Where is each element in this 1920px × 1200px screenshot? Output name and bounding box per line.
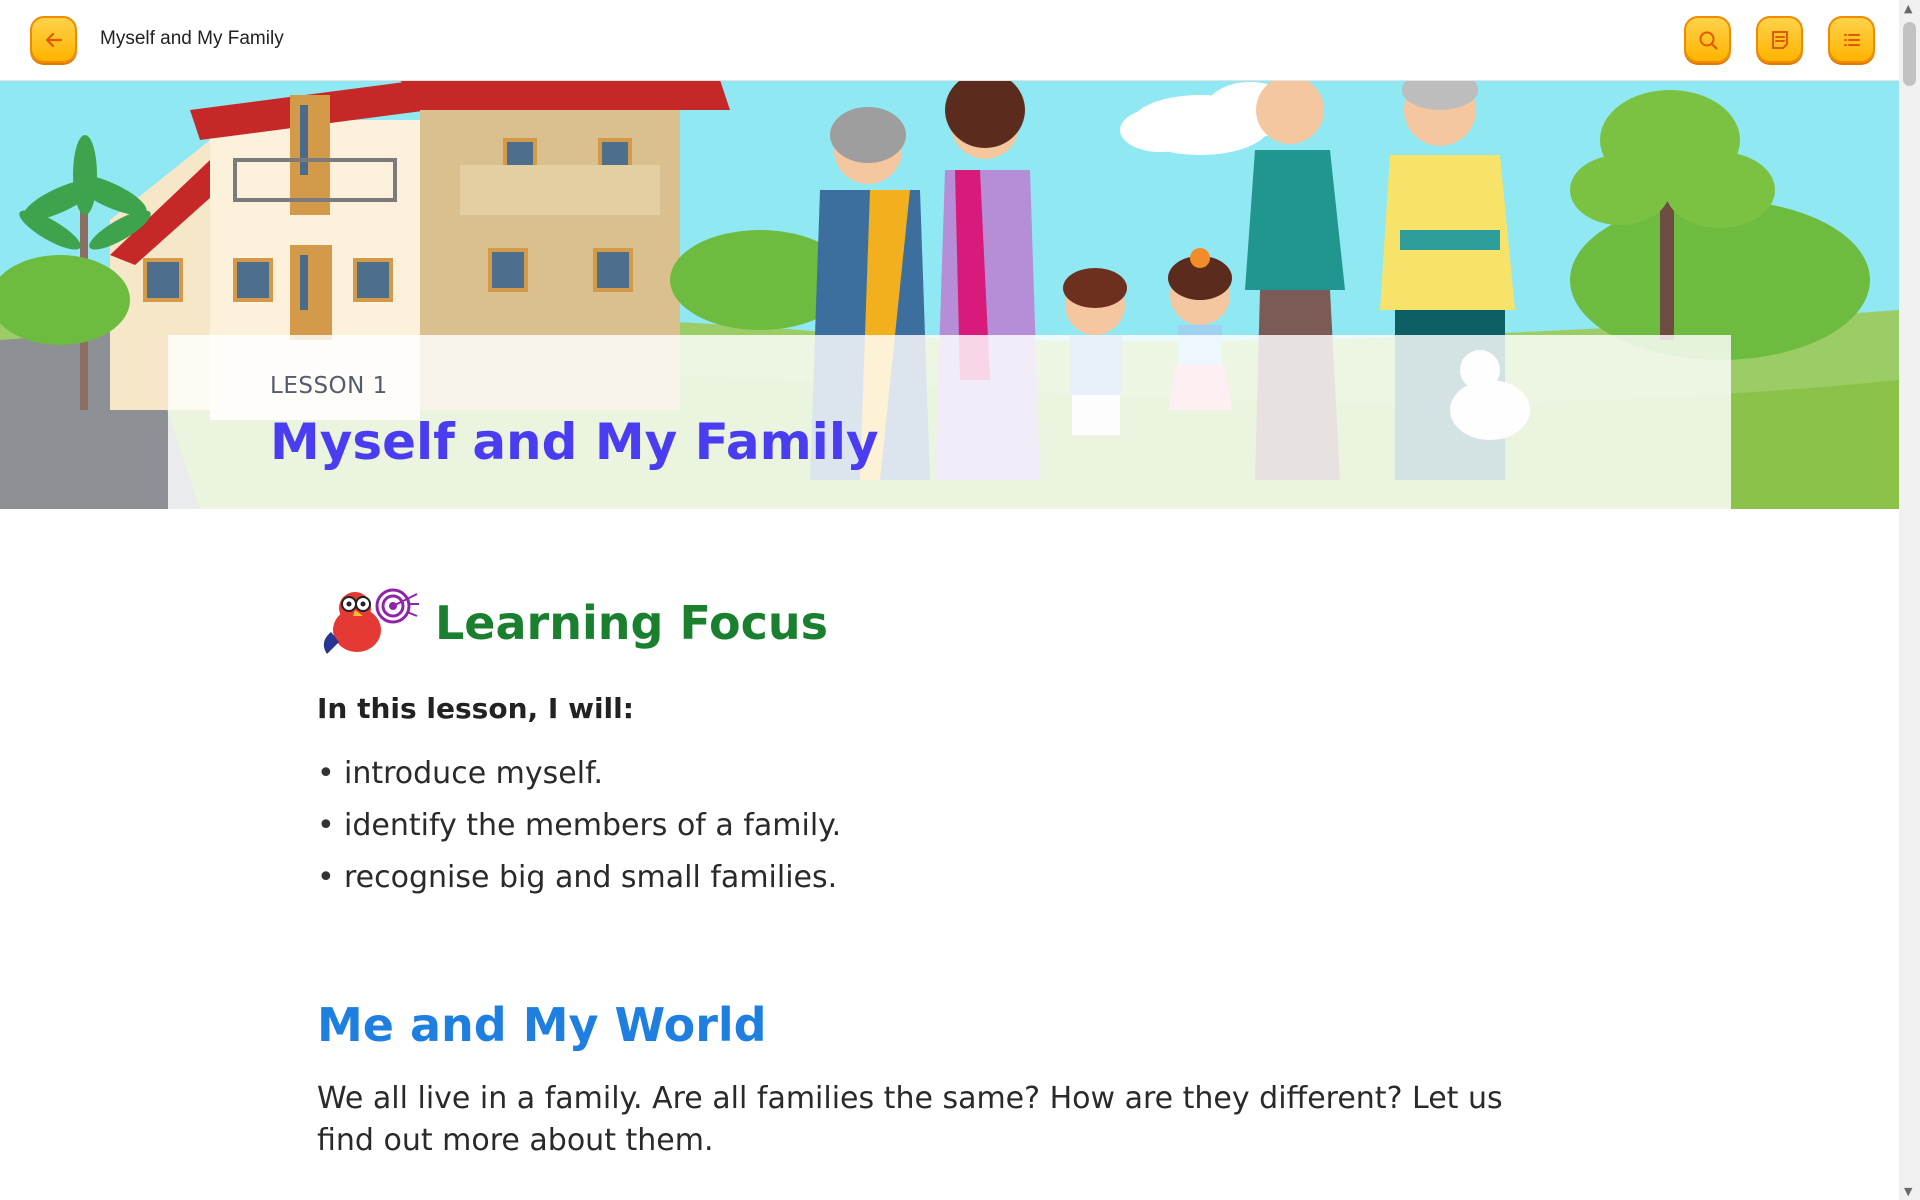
scroll-down-arrow-icon[interactable]: ▼	[1904, 1185, 1912, 1198]
bird-target-icon	[323, 588, 419, 654]
search-button[interactable]	[1684, 16, 1731, 63]
table-of-contents-button[interactable]	[1828, 16, 1875, 63]
lesson-title: Myself and My Family	[270, 413, 879, 471]
back-button[interactable]	[30, 16, 77, 63]
scroll-up-arrow-icon[interactable]: ▲	[1904, 2, 1912, 15]
notes-icon	[1771, 30, 1788, 49]
list-item: • recognise big and small families.	[317, 860, 838, 895]
notes-button[interactable]	[1756, 16, 1803, 63]
list-item-text: identify the members of a family.	[344, 808, 842, 843]
list-item: • introduce myself.	[317, 756, 603, 791]
learning-intro: In this lesson, I will:	[317, 692, 634, 725]
lesson-number: LESSON 1	[270, 373, 388, 399]
top-bar: Myself and My Family	[0, 0, 1899, 81]
arrow-left-icon	[45, 32, 62, 47]
list-item-text: recognise big and small families.	[344, 860, 838, 895]
lesson-header-panel: LESSON 1 Myself and My Family	[168, 335, 1731, 509]
search-icon	[1699, 31, 1718, 50]
list-icon	[1843, 33, 1860, 46]
list-item-text: introduce myself.	[344, 756, 603, 791]
learning-goals-list: • introduce myself. • identify the members…	[317, 748, 841, 904]
hero-banner: LESSON 1 Myself and My Family	[0, 80, 1899, 509]
section-paragraph: We all live in a family. Are all familie…	[317, 1081, 1503, 1158]
list-item: • identify the members of a family.	[317, 808, 842, 843]
section-heading: Me and My World	[317, 998, 767, 1052]
learning-focus-title: Learning Focus	[435, 596, 828, 650]
app-title: Myself and My Family	[100, 28, 284, 49]
scroll-thumb[interactable]	[1903, 22, 1916, 86]
vertical-scrollbar[interactable]: ▲ ▼	[1899, 0, 1920, 1200]
